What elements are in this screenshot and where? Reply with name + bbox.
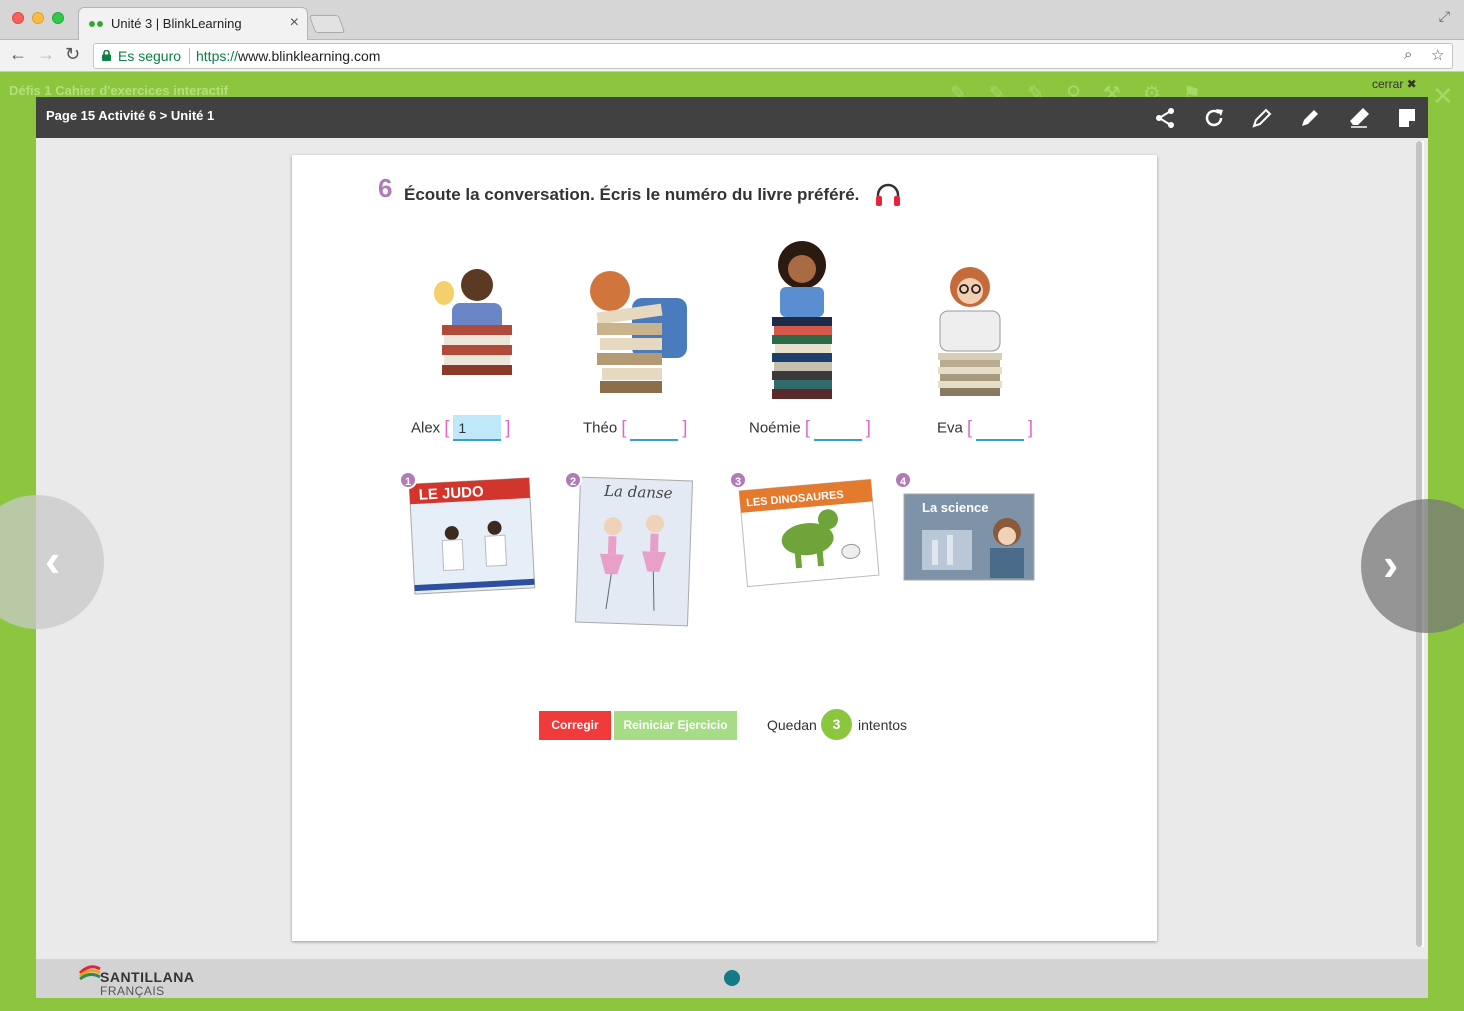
exercise-instruction: Écoute la conversation. Écris le numéro …	[404, 185, 860, 204]
secure-label: Es seguro	[118, 48, 182, 64]
bracket: ]	[682, 417, 688, 438]
exercise-number: 6	[378, 173, 393, 203]
brand-subtitle: FRANÇAIS	[100, 984, 165, 998]
bookmark-star-icon[interactable]: ☆	[1431, 46, 1444, 64]
answer-row-noemie: Noémie []	[749, 415, 871, 441]
answer-row-alex: Alex [1]	[411, 415, 510, 441]
bracket: [	[804, 417, 810, 438]
background-close-icon: ✕	[1432, 81, 1454, 111]
close-link[interactable]: cerrar ✖	[1372, 77, 1417, 91]
browser-titlebar: Unité 3 | BlinkLearning × ⤢	[0, 0, 1464, 40]
marker-icon[interactable]	[1298, 106, 1322, 130]
tab-title: Unité 3 | BlinkLearning	[111, 16, 242, 31]
bracket: [	[444, 417, 450, 438]
answer-input[interactable]	[976, 415, 1025, 441]
kid-with-books-illustration	[590, 271, 687, 393]
bracket: ]	[505, 417, 511, 438]
chevron-right-icon: ›	[1383, 538, 1399, 590]
book-number-badge: 1	[399, 471, 417, 489]
kid-name: Eva	[937, 419, 963, 437]
book-number-badge: 2	[564, 471, 582, 489]
kid-name: Noémie	[749, 419, 801, 437]
divider	[189, 48, 190, 64]
new-tab-button[interactable]	[308, 15, 346, 33]
attempts-count-badge: 3	[821, 709, 852, 740]
santillana-swirl-icon	[78, 965, 101, 981]
check-button[interactable]: Corregir	[539, 711, 611, 740]
answer-row-theo: Théo []	[583, 415, 687, 441]
answer-input[interactable]	[630, 415, 679, 441]
zoom-icon[interactable]: ⌕	[1404, 46, 1412, 63]
browser-tab[interactable]: Unité 3 | BlinkLearning ×	[78, 7, 308, 40]
sticky-note-icon[interactable]	[1395, 106, 1419, 130]
answer-input[interactable]	[813, 415, 862, 441]
reset-exercise-button[interactable]: Reiniciar Ejercicio	[614, 711, 737, 740]
browser-toolbar: ← → ↻ Es seguro https://www.blinklearnin…	[0, 40, 1464, 72]
answer-row-eva: Eva []	[937, 415, 1033, 441]
tab-close-icon[interactable]: ×	[290, 14, 299, 32]
reload-icon[interactable]: ↻	[65, 44, 80, 65]
santillana-logo: SANTILLANA FRANÇAIS	[78, 961, 194, 998]
back-icon[interactable]: ←	[9, 44, 27, 65]
book-title: LE JUDO	[418, 483, 484, 503]
viewer-footer: SANTILLANA FRANÇAIS	[36, 959, 1428, 998]
book-number-badge: 3	[729, 471, 747, 489]
url-host: www.blinklearning.com	[238, 48, 381, 64]
book-number-badge: 4	[894, 471, 912, 489]
kid-name: Théo	[583, 419, 618, 437]
address-bar[interactable]: Es seguro https://www.blinklearning.com …	[93, 43, 1453, 69]
book-cover-judo: LE JUDO	[408, 477, 536, 595]
share-icon[interactable]	[1153, 106, 1177, 130]
forward-icon[interactable]: →	[37, 44, 55, 65]
bracket: [	[621, 417, 627, 438]
bracket: [	[967, 417, 973, 438]
chevron-left-icon: ‹	[45, 534, 61, 586]
viewer-header: Page 15 Activité 6 > Unité 1	[36, 97, 1428, 138]
exercise-page: 6 Écoute la conversation. Écris le numér…	[292, 155, 1157, 941]
remaining-prefix: Quedan	[767, 717, 817, 733]
kid-with-books-illustration	[938, 267, 1002, 396]
book-title: La science	[922, 500, 989, 515]
brand-name: SANTILLANA	[100, 969, 195, 985]
book-cover-dinosaures: LES DINOSAURES	[738, 478, 880, 587]
breadcrumb: Page 15 Activité 6 > Unité 1	[46, 108, 215, 123]
window-close-button[interactable]	[12, 12, 24, 24]
answer-input[interactable]: 1	[453, 415, 502, 441]
bracket: ]	[865, 417, 871, 438]
url-text[interactable]: https://www.blinklearning.com	[196, 48, 380, 64]
app-title: Défis 1 Cahier d'exercices interactif	[9, 83, 229, 98]
pencil-icon[interactable]	[1250, 106, 1274, 130]
kid-with-books-illustration	[772, 241, 832, 399]
eraser-icon[interactable]	[1347, 106, 1371, 130]
page-indicator-dot[interactable]	[724, 970, 740, 986]
lock-icon	[102, 50, 111, 61]
kid-with-books-illustration	[434, 269, 512, 375]
headphones-icon[interactable]	[875, 183, 901, 207]
window-zoom-button[interactable]	[52, 12, 64, 24]
favicon-icon	[97, 21, 103, 27]
refresh-icon[interactable]	[1202, 106, 1226, 130]
fullscreen-icon[interactable]: ⤢	[1439, 8, 1450, 25]
url-scheme: https://	[196, 48, 239, 64]
favicon-icon	[89, 21, 95, 27]
activity-viewer: Page 15 Activité 6 > Unité 1 6 Écoute la…	[36, 97, 1428, 998]
book-title: La danse	[603, 482, 673, 502]
bracket: ]	[1028, 417, 1034, 438]
kid-name: Alex	[411, 419, 441, 437]
remaining-suffix: intentos	[858, 717, 908, 733]
book-cover-danse: La danse	[575, 476, 694, 627]
book-cover-science: La science	[903, 493, 1035, 581]
window-minimize-button[interactable]	[32, 12, 44, 24]
